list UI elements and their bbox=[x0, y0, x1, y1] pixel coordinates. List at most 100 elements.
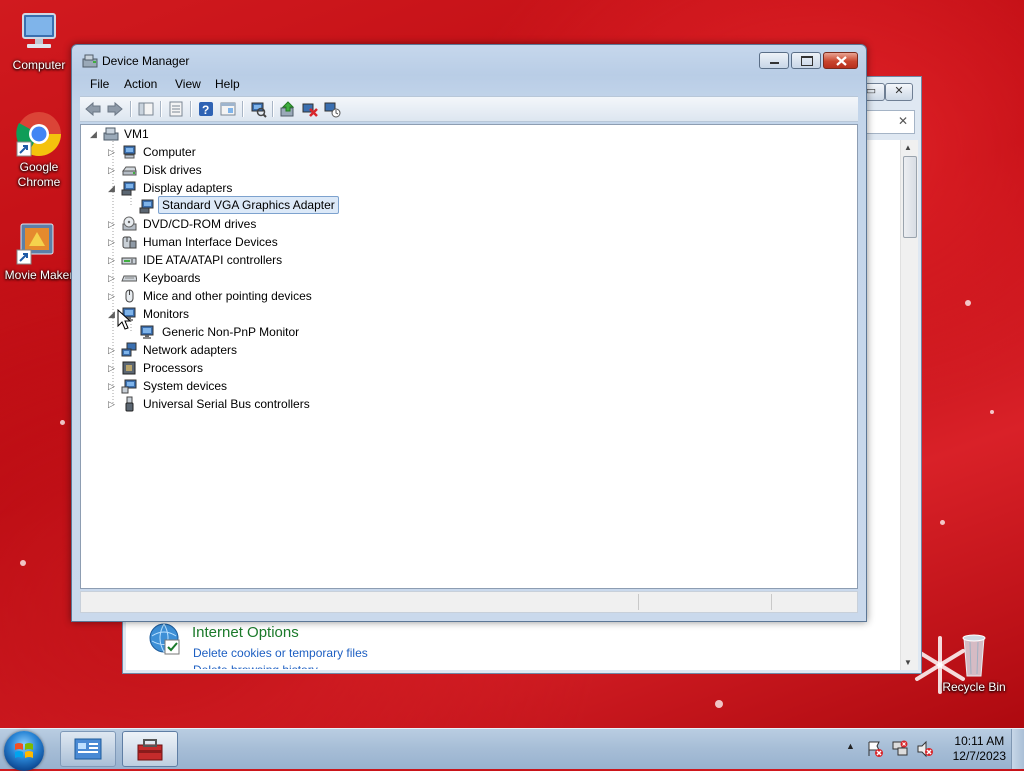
scrollbar-thumb[interactable] bbox=[903, 156, 917, 238]
volume-muted-icon[interactable] bbox=[916, 740, 934, 758]
minimize-button[interactable] bbox=[759, 52, 789, 69]
view-button[interactable] bbox=[219, 100, 237, 118]
system-clock[interactable]: 10:11 AM 12/7/2023 bbox=[953, 734, 1006, 764]
properties-button[interactable] bbox=[167, 100, 185, 118]
expand-icon[interactable]: ▷ bbox=[107, 395, 116, 413]
control-panel-icon bbox=[74, 738, 102, 760]
show-hide-console-tree-button[interactable] bbox=[137, 100, 155, 118]
back-button[interactable] bbox=[84, 100, 102, 118]
device-manager-icon bbox=[82, 54, 98, 68]
desktop-icon-label: Google Chrome bbox=[17, 160, 61, 189]
show-hidden-icons-button[interactable]: ▲ bbox=[846, 741, 855, 751]
tree-item-ide-ata-atapi-controllers[interactable]: ▷ IDE ATA/ATAPI controllers bbox=[107, 251, 507, 269]
tree-item-monitors[interactable]: ◢ Monitors bbox=[107, 305, 507, 323]
tree-item-disk-drives[interactable]: ▷ Disk drives bbox=[107, 161, 507, 179]
toolbar: ? bbox=[80, 96, 858, 122]
network-icon[interactable] bbox=[891, 740, 909, 758]
tree-item-mice-and-other-pointing-devices[interactable]: ▷ Mice and other pointing devices bbox=[107, 287, 507, 305]
tree-item-standard-vga-graphics-adapter[interactable]: Standard VGA Graphics Adapter bbox=[125, 196, 525, 215]
show-desktop-button[interactable] bbox=[1011, 729, 1024, 769]
computer-node-icon bbox=[103, 127, 119, 141]
snowflake-dot bbox=[60, 420, 65, 425]
menu-bar: File Action View Help bbox=[80, 75, 858, 95]
desktop-icon-label: Movie Maker bbox=[4, 268, 74, 282]
action-center-icon[interactable] bbox=[866, 740, 884, 758]
tree-item-computer[interactable]: ▷ Computer bbox=[107, 143, 507, 161]
menu-help[interactable]: Help bbox=[215, 77, 240, 91]
hid-icon bbox=[122, 236, 137, 249]
tree-item-dvd-cd-rom-drives[interactable]: ▷ DVD/CD-ROM drives bbox=[107, 215, 507, 233]
update-driver-button[interactable] bbox=[279, 100, 297, 118]
maximize-button[interactable] bbox=[791, 52, 821, 69]
menu-action[interactable]: Action bbox=[124, 77, 157, 91]
toolbar-separator bbox=[190, 101, 191, 117]
close-button[interactable]: ✕ bbox=[885, 83, 913, 101]
dvd-drive-icon bbox=[122, 216, 137, 231]
expand-icon[interactable]: ▷ bbox=[107, 341, 116, 359]
expand-icon[interactable]: ▷ bbox=[107, 143, 116, 161]
expand-icon[interactable]: ▷ bbox=[107, 359, 116, 377]
processor-icon bbox=[122, 361, 136, 375]
tree-item-label: Processors bbox=[143, 361, 204, 375]
system-devices-icon bbox=[121, 379, 137, 394]
tree-item-generic-non-pnp-monitor[interactable]: Generic Non-PnP Monitor bbox=[125, 323, 525, 341]
device-tree[interactable]: ◢ VM1 ▷ Computer ▷ Disk drives ◢ Display… bbox=[80, 124, 858, 589]
taskbar-control-panel-button[interactable] bbox=[60, 731, 116, 767]
expand-icon[interactable]: ▷ bbox=[107, 233, 116, 251]
desktop-icon-label: Recycle Bin bbox=[942, 680, 1006, 694]
tree-item-universal-serial-bus-controllers[interactable]: ▷ Universal Serial Bus controllers bbox=[107, 395, 507, 413]
tree-item-processors[interactable]: ▷ Processors bbox=[107, 359, 507, 377]
tree-item-network-adapters[interactable]: ▷ Network adapters bbox=[107, 341, 507, 359]
tree-item-system-devices[interactable]: ▷ System devices bbox=[107, 377, 507, 395]
network-adapter-icon bbox=[121, 342, 137, 357]
snowflake-dot bbox=[940, 520, 945, 525]
collapse-icon[interactable]: ◢ bbox=[89, 125, 98, 143]
scan-hardware-button[interactable] bbox=[249, 100, 267, 118]
search-input[interactable]: ✕ bbox=[863, 110, 915, 134]
device-manager-window[interactable]: Device Manager File Action View Help ? ◢… bbox=[71, 44, 867, 622]
tree-item-label: Standard VGA Graphics Adapter bbox=[158, 196, 339, 214]
collapse-icon[interactable]: ◢ bbox=[107, 305, 116, 323]
expand-icon[interactable]: ▷ bbox=[107, 215, 116, 233]
status-bar-divider bbox=[638, 594, 639, 610]
back-arrow-icon bbox=[85, 101, 101, 117]
clock-date: 12/7/2023 bbox=[952, 749, 1006, 763]
expand-icon[interactable]: ▷ bbox=[107, 377, 116, 395]
tree-item-keyboards[interactable]: ▷ Keyboards bbox=[107, 269, 507, 287]
expand-icon[interactable]: ▷ bbox=[107, 161, 116, 179]
start-button[interactable] bbox=[4, 731, 44, 771]
vertical-scrollbar[interactable]: ▲ ▼ bbox=[900, 140, 918, 670]
tree-item-human-interface-devices[interactable]: ▷ Human Interface Devices bbox=[107, 233, 507, 251]
expand-icon[interactable]: ▷ bbox=[107, 269, 116, 287]
clear-search-icon[interactable]: ✕ bbox=[898, 114, 908, 128]
scroll-up-icon[interactable]: ▲ bbox=[904, 143, 912, 152]
taskbar-device-manager-button[interactable] bbox=[122, 731, 178, 767]
forward-button[interactable] bbox=[106, 100, 124, 118]
tree-item-label: Computer bbox=[143, 145, 196, 159]
collapse-icon[interactable]: ◢ bbox=[107, 179, 116, 197]
internet-options-heading[interactable]: Internet Options bbox=[192, 624, 299, 641]
scroll-down-icon[interactable]: ▼ bbox=[904, 658, 912, 667]
desktop-icon-recycle-bin[interactable]: Recycle Bin bbox=[938, 630, 1010, 695]
desktop-icon-movie-maker[interactable]: Movie Maker bbox=[3, 218, 75, 283]
delete-cookies-link[interactable]: Delete cookies or temporary files bbox=[193, 646, 368, 660]
title-bar[interactable]: Device Manager bbox=[72, 45, 866, 75]
uninstall-button[interactable] bbox=[301, 100, 319, 118]
help-icon: ? bbox=[199, 102, 213, 117]
desktop-icon-computer[interactable]: Computer bbox=[3, 8, 75, 73]
toolbar-separator bbox=[272, 101, 273, 117]
menu-file[interactable]: File bbox=[90, 77, 109, 91]
menu-view[interactable]: View bbox=[175, 77, 201, 91]
disable-device-button[interactable] bbox=[323, 100, 341, 118]
tree-item-display-adapters[interactable]: ◢ Display adapters bbox=[107, 179, 507, 197]
desktop-icon-label: Computer bbox=[12, 58, 66, 72]
delete-history-link[interactable]: Delete browsing history bbox=[193, 662, 318, 669]
close-button[interactable] bbox=[823, 52, 858, 69]
help-button[interactable]: ? bbox=[197, 100, 215, 118]
tree-root[interactable]: ◢ VM1 bbox=[89, 125, 389, 143]
toolbar-separator bbox=[160, 101, 161, 117]
expand-icon[interactable]: ▷ bbox=[107, 251, 116, 269]
keyboard-icon bbox=[121, 275, 137, 282]
desktop-icon-google-chrome[interactable]: Google Chrome bbox=[3, 110, 75, 190]
expand-icon[interactable]: ▷ bbox=[107, 287, 116, 305]
